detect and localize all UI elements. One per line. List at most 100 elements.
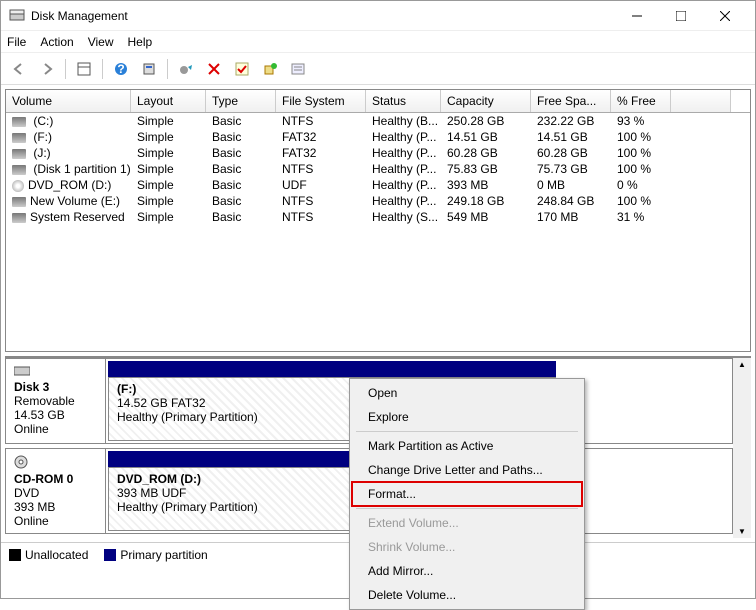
- volume-status: Healthy (S...: [366, 210, 441, 224]
- maximize-button[interactable]: [659, 2, 703, 30]
- volume-type: Basic: [206, 130, 276, 144]
- volume-layout: Simple: [131, 210, 206, 224]
- volume-layout: Simple: [131, 146, 206, 160]
- table-row[interactable]: New Volume (E:)SimpleBasicNTFSHealthy (P…: [6, 193, 750, 209]
- table-row[interactable]: (Disk 1 partition 1)SimpleBasicNTFSHealt…: [6, 161, 750, 177]
- volume-fs: FAT32: [276, 130, 366, 144]
- refresh-button[interactable]: [174, 57, 198, 81]
- table-row[interactable]: System ReservedSimpleBasicNTFSHealthy (S…: [6, 209, 750, 225]
- disk-icon: [12, 197, 26, 207]
- disk-type: DVD: [14, 486, 97, 500]
- table-row[interactable]: (C:)SimpleBasicNTFSHealthy (B...250.28 G…: [6, 113, 750, 129]
- close-button[interactable]: [703, 2, 747, 30]
- volume-free: 232.22 GB: [531, 114, 611, 128]
- menu-item-delete-volume[interactable]: Delete Volume...: [352, 583, 582, 607]
- volume-capacity: 14.51 GB: [441, 130, 531, 144]
- volume-name: (J:): [30, 146, 51, 160]
- new-volume-button[interactable]: [258, 57, 282, 81]
- volume-pct: 100 %: [611, 194, 671, 208]
- volume-fs: NTFS: [276, 194, 366, 208]
- volume-capacity: 549 MB: [441, 210, 531, 224]
- help-button[interactable]: ?: [109, 57, 133, 81]
- menu-item-add-mirror[interactable]: Add Mirror...: [352, 559, 582, 583]
- col-pctfree[interactable]: % Free: [611, 90, 671, 112]
- partition-bar: [108, 361, 556, 377]
- col-layout[interactable]: Layout: [131, 90, 206, 112]
- table-row[interactable]: DVD_ROM (D:)SimpleBasicUDFHealthy (P...3…: [6, 177, 750, 193]
- volume-fs: NTFS: [276, 210, 366, 224]
- col-status[interactable]: Status: [366, 90, 441, 112]
- menu-separator: [356, 508, 578, 509]
- disk-icon: [12, 149, 26, 159]
- volume-pct: 100 %: [611, 130, 671, 144]
- volume-capacity: 75.83 GB: [441, 162, 531, 176]
- col-filesystem[interactable]: File System: [276, 90, 366, 112]
- volume-status: Healthy (B...: [366, 114, 441, 128]
- disk-state: Online: [14, 422, 97, 436]
- volume-layout: Simple: [131, 114, 206, 128]
- disk-icon: [12, 117, 26, 127]
- volume-status: Healthy (P...: [366, 178, 441, 192]
- col-freespace[interactable]: Free Spa...: [531, 90, 611, 112]
- context-menu: OpenExplore Mark Partition as ActiveChang…: [349, 378, 585, 610]
- partition-box[interactable]: DVD_ROM (D:)393 MB UDFHealthy (Primary P…: [108, 467, 357, 531]
- menu-file[interactable]: File: [7, 35, 26, 49]
- disk-info: CD-ROM 0DVD393 MBOnline: [6, 449, 106, 533]
- delete-button[interactable]: [202, 57, 226, 81]
- col-volume[interactable]: Volume: [6, 90, 131, 112]
- volume-capacity: 393 MB: [441, 178, 531, 192]
- menu-item-format[interactable]: Format...: [352, 482, 582, 506]
- volume-name: System Reserved: [30, 210, 125, 224]
- volume-fs: NTFS: [276, 162, 366, 176]
- menu-action[interactable]: Action: [40, 35, 73, 49]
- scroll-up-icon[interactable]: ▲: [738, 360, 746, 369]
- disk-icon: [12, 213, 26, 223]
- disk-size: 14.53 GB: [14, 408, 97, 422]
- col-blank[interactable]: [671, 90, 731, 112]
- disk-info: Disk 3Removable14.53 GBOnline: [6, 359, 106, 443]
- volume-name: DVD_ROM (D:): [28, 178, 111, 192]
- cd-icon: [14, 455, 97, 472]
- scrollbar[interactable]: ▲ ▼: [733, 358, 751, 538]
- volume-free: 248.84 GB: [531, 194, 611, 208]
- menu-help[interactable]: Help: [128, 35, 153, 49]
- volume-pct: 100 %: [611, 146, 671, 160]
- menu-item-change-drive-letter-and-paths[interactable]: Change Drive Letter and Paths...: [352, 458, 582, 482]
- menu-view[interactable]: View: [88, 35, 114, 49]
- volume-layout: Simple: [131, 130, 206, 144]
- minimize-button[interactable]: [615, 2, 659, 30]
- properties-button[interactable]: [286, 57, 310, 81]
- volume-layout: Simple: [131, 162, 206, 176]
- disk-icon: [12, 165, 26, 175]
- window-title: Disk Management: [31, 9, 615, 23]
- partition-detail: 393 MB UDF: [117, 486, 348, 500]
- col-capacity[interactable]: Capacity: [441, 90, 531, 112]
- menu-item-open[interactable]: Open: [352, 381, 582, 405]
- disk-size: 393 MB: [14, 500, 97, 514]
- volume-capacity: 60.28 GB: [441, 146, 531, 160]
- settings-button[interactable]: [137, 57, 161, 81]
- table-row[interactable]: (F:)SimpleBasicFAT32Healthy (P...14.51 G…: [6, 129, 750, 145]
- volume-capacity: 249.18 GB: [441, 194, 531, 208]
- volume-free: 170 MB: [531, 210, 611, 224]
- forward-button[interactable]: [35, 57, 59, 81]
- partition-status: Healthy (Primary Partition): [117, 500, 348, 514]
- volume-type: Basic: [206, 194, 276, 208]
- col-type[interactable]: Type: [206, 90, 276, 112]
- menu-item-extend-volume: Extend Volume...: [352, 511, 582, 535]
- back-button[interactable]: [7, 57, 31, 81]
- menu-item-mark-partition-as-active[interactable]: Mark Partition as Active: [352, 434, 582, 458]
- volume-free: 14.51 GB: [531, 130, 611, 144]
- menu-item-explore[interactable]: Explore: [352, 405, 582, 429]
- disk-name: CD-ROM 0: [14, 472, 97, 486]
- legend-item: Unallocated: [9, 548, 88, 562]
- scroll-down-icon[interactable]: ▼: [738, 527, 746, 536]
- disk-icon: [12, 133, 26, 143]
- svg-text:?: ?: [117, 62, 124, 76]
- show-hide-button[interactable]: [72, 57, 96, 81]
- disk-state: Online: [14, 514, 97, 528]
- volume-table: Volume Layout Type File System Status Ca…: [5, 89, 751, 352]
- table-row[interactable]: (J:)SimpleBasicFAT32Healthy (P...60.28 G…: [6, 145, 750, 161]
- check-button[interactable]: [230, 57, 254, 81]
- menubar: File Action View Help: [1, 31, 755, 53]
